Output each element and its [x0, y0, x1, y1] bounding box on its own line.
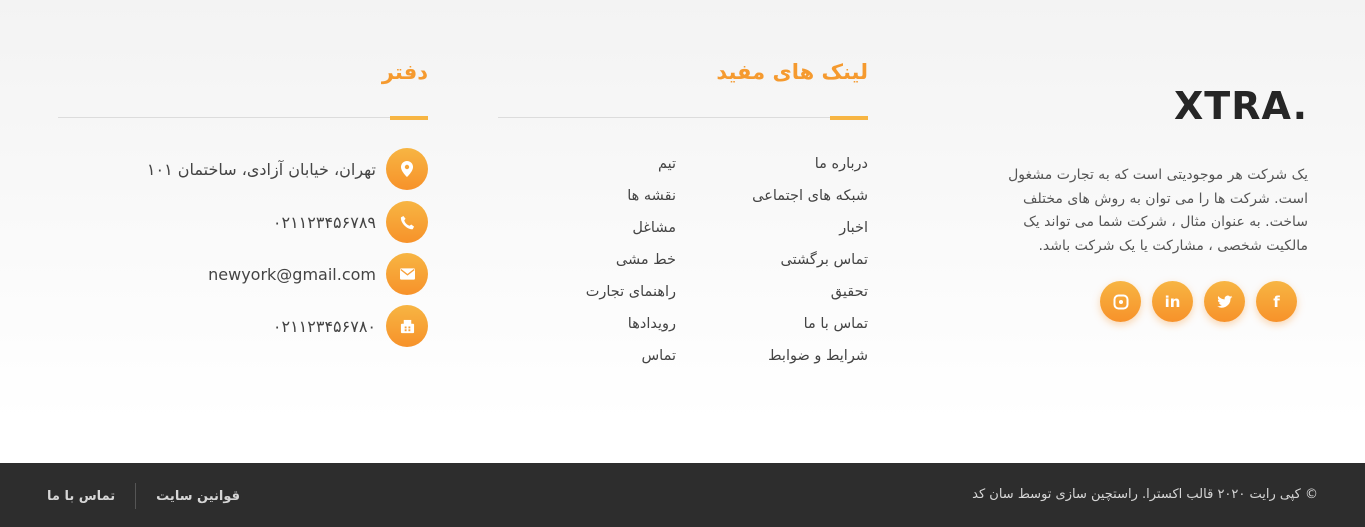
bottom-link-terms[interactable]: قوانین سایت [156, 489, 240, 504]
about-line: مالکیت شخصی ، مشارکت یا یک شرکت باشد. [1038, 237, 1308, 254]
link-about[interactable]: درباره ما [700, 148, 868, 180]
address-text: تهران، خیابان آزادی، ساختمان ۱۰۱ [146, 159, 376, 179]
contact-fax: ۰۲۱۱۲۳۴۵۶۷۸۰ [273, 305, 428, 347]
link-maps[interactable]: نقشه ها [520, 180, 676, 212]
footer-top: XTRA. یک شرکت هر موجودیتی است که به تجار… [0, 0, 1365, 463]
envelope-icon [386, 253, 428, 295]
link-callback[interactable]: تماس برگشتی [700, 244, 868, 276]
brand-column: XTRA. یک شرکت هر موجودیتی است که به تجار… [958, 84, 1308, 258]
link-events[interactable]: رویدادها [520, 308, 676, 340]
office-divider [58, 117, 428, 118]
link-social[interactable]: شبکه های اجتماعی [700, 180, 868, 212]
links-divider-accent [830, 116, 868, 120]
about-line: ساخت. به عنوان مثال ، شرکت شما می تواند … [1023, 214, 1308, 230]
map-marker-icon [386, 148, 428, 190]
twitter-icon[interactable] [1204, 281, 1245, 322]
link-contact-2[interactable]: تماس [520, 340, 676, 372]
social-links: in f [1100, 281, 1297, 322]
copyright-text: © کپی رایت ۲۰۲۰ قالب اکسترا. راستچین ساز… [972, 487, 1318, 502]
link-policy[interactable]: خط مشی [520, 244, 676, 276]
fax-icon [386, 305, 428, 347]
phone-text[interactable]: ۰۲۱۱۲۳۴۵۶۷۸۹ [273, 213, 376, 232]
office-title: دفتر [381, 60, 428, 84]
link-terms[interactable]: شرایط و ضوابط [700, 340, 868, 372]
about-line: است. شرکت ها را می توان به روش های مختلف [1022, 190, 1308, 207]
contact-email: newyork@gmail.com [208, 253, 428, 295]
email-text[interactable]: newyork@gmail.com [208, 265, 376, 284]
link-research[interactable]: تحقیق [700, 276, 868, 308]
about-text: یک شرکت هر موجودیتی است که به تجارت مشغو… [958, 164, 1308, 258]
phone-icon [386, 201, 428, 243]
logo: XTRA. [1173, 84, 1308, 128]
office-divider-accent [390, 116, 428, 120]
about-line: یک شرکت هر موجودیتی است که به تجارت مشغو… [1008, 167, 1308, 183]
fax-text[interactable]: ۰۲۱۱۲۳۴۵۶۷۸۰ [273, 317, 376, 336]
link-business-guide[interactable]: راهنمای تجارت [520, 276, 676, 308]
contact-address: تهران، خیابان آزادی، ساختمان ۱۰۱ [147, 148, 428, 190]
link-jobs[interactable]: مشاغل [520, 212, 676, 244]
contact-phone: ۰۲۱۱۲۳۴۵۶۷۸۹ [273, 201, 428, 243]
bottom-link-contact[interactable]: تماس با ما [47, 489, 115, 504]
facebook-icon[interactable]: f [1256, 281, 1297, 322]
linkedin-icon[interactable]: in [1152, 281, 1193, 322]
bottom-divider [135, 483, 137, 509]
bottom-bar: © کپی رایت ۲۰۲۰ قالب اکسترا. راستچین ساز… [0, 463, 1365, 527]
link-contact[interactable]: تماس با ما [700, 308, 868, 340]
link-news[interactable]: اخبار [700, 212, 868, 244]
links-column-2: تیم نقشه ها مشاغل خط مشی راهنمای تجارت ر… [520, 148, 676, 372]
bottom-links: تماس با ما قوانین سایت [47, 483, 240, 509]
links-title: لینک های مفید [716, 60, 868, 84]
dribbble-icon[interactable] [1100, 281, 1141, 322]
link-team[interactable]: تیم [520, 148, 676, 180]
links-divider [498, 117, 868, 118]
links-column-1: درباره ما شبکه های اجتماعی اخبار تماس بر… [700, 148, 868, 372]
